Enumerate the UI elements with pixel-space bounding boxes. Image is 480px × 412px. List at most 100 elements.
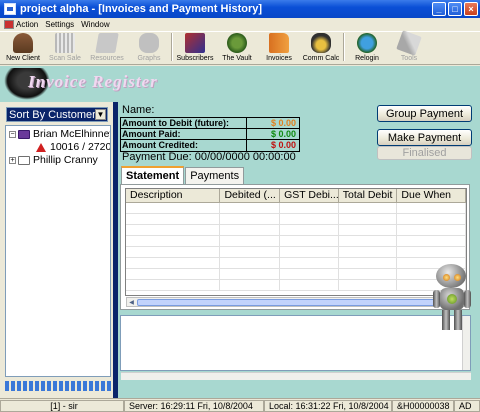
new-client-label: New Client: [6, 55, 40, 62]
status-user: [1] - sir: [0, 400, 124, 412]
new-client-button[interactable]: New Client: [2, 31, 44, 64]
menu-window[interactable]: Window: [81, 20, 109, 29]
amount-value: $ 0.00: [270, 140, 296, 150]
relogin-button[interactable]: Relogin: [346, 31, 388, 64]
amount-value: $ 0.00: [270, 129, 296, 139]
table-row: [126, 280, 466, 291]
toolbar: New Client Scan Sale Resources Graphs Su…: [0, 30, 480, 65]
scan-sale-label: Scan Sale: [49, 55, 81, 62]
tools-button[interactable]: Tools: [388, 30, 430, 64]
tree-item-label: Brian McElhinney: [33, 128, 111, 140]
payment-due-value: 00/00/0000 00:00:00: [194, 151, 296, 163]
notes-horizontal-scrollbar[interactable]: [121, 372, 471, 380]
menu-action[interactable]: Action: [16, 20, 38, 29]
scan-sale-button[interactable]: Scan Sale: [44, 31, 86, 64]
tab-statement[interactable]: Statement: [121, 166, 185, 184]
amount-value: $ 0.00: [270, 118, 296, 128]
make-payment-button[interactable]: Make Payment: [377, 129, 472, 146]
finalised-button[interactable]: Finalised: [377, 146, 472, 160]
scroll-left-icon[interactable]: ◀: [127, 298, 136, 306]
table-row: [126, 203, 466, 214]
tools-icon: [396, 30, 422, 56]
column-header-debited[interactable]: Debited (...: [220, 189, 281, 202]
subscribers-button[interactable]: Subscribers: [174, 31, 216, 64]
banner-title: Invoice Register: [28, 72, 158, 91]
payment-due-label: Payment Due:: [122, 151, 192, 163]
status-tail: AD: [454, 400, 480, 412]
amount-row-debit: Amount to Debit (future): $ 0.00: [121, 118, 299, 129]
vault-button[interactable]: The Vault: [216, 31, 258, 64]
amount-summary: Amount to Debit (future): $ 0.00 Amount …: [120, 117, 300, 152]
comm-calc-label: Comm Calc: [302, 55, 340, 62]
table-row: [126, 258, 466, 269]
tree-item-invoice[interactable]: 10016 / 2720 -: [36, 141, 111, 153]
status-local-time: Local: 16:31:22 Fri, 10/8/2004: [264, 400, 392, 412]
scrollbar-thumb[interactable]: [137, 299, 443, 306]
scan-sale-icon: [55, 33, 75, 53]
name-label: Name:: [122, 104, 155, 116]
table-row: [126, 269, 466, 280]
close-button[interactable]: ×: [464, 2, 478, 16]
amount-row-credited: Amount Credited: $ 0.00: [121, 140, 299, 151]
table-row: [126, 214, 466, 225]
tree-item-phillip[interactable]: + Phillip Cranny: [9, 154, 98, 166]
tab-strip: Statement Payments: [121, 166, 245, 184]
progress-bar: [5, 381, 111, 391]
sort-dropdown-value: Sort By Customer: [9, 108, 96, 121]
tree-item-label: Phillip Cranny: [33, 154, 98, 166]
group-payment-button[interactable]: Group Payment: [377, 105, 472, 122]
status-code: &H00000038: [392, 400, 454, 412]
toolbar-separator: [343, 33, 345, 61]
resources-label: Resources: [90, 55, 124, 62]
table-row: [126, 247, 466, 258]
graphs-button[interactable]: Graphs: [128, 31, 170, 64]
table-row: [126, 236, 466, 247]
invoices-icon: [269, 33, 289, 53]
relogin-label: Relogin: [355, 55, 379, 62]
folder-open-icon: [18, 129, 30, 139]
amount-label: Amount Credited:: [121, 140, 247, 151]
column-header-gst-debit[interactable]: GST Debi...: [280, 189, 339, 202]
notes-textarea[interactable]: [120, 315, 471, 371]
maximize-button[interactable]: □: [448, 2, 462, 16]
resources-button[interactable]: Resources: [86, 31, 128, 64]
amount-row-paid: Amount Paid: $ 0.00: [121, 129, 299, 140]
comm-calc-button[interactable]: Comm Calc: [300, 31, 342, 64]
column-header-due-when[interactable]: Due When: [397, 189, 466, 202]
tree-item-brian[interactable]: − Brian McElhinney: [9, 128, 111, 140]
grid-header: Description Debited (... GST Debi... Tot…: [126, 189, 466, 203]
document-icon: [4, 20, 14, 29]
collapse-icon[interactable]: −: [9, 130, 16, 138]
vault-icon: [227, 33, 247, 53]
relogin-icon: [357, 33, 377, 53]
vault-label: The Vault: [222, 55, 252, 62]
table-row: [126, 225, 466, 236]
grid-horizontal-scrollbar[interactable]: ◀ ▶: [126, 297, 466, 307]
tree-item-label: 10016 / 2720 -: [50, 141, 111, 153]
invoices-label: Invoices: [266, 55, 292, 62]
column-header-description[interactable]: Description: [126, 189, 221, 202]
comm-calc-icon: [311, 33, 331, 53]
column-header-total-debit[interactable]: Total Debit: [339, 189, 398, 202]
payment-due: Payment Due: 00/00/0000 00:00:00: [122, 151, 296, 163]
invoices-button[interactable]: Invoices: [258, 31, 300, 64]
customer-tree[interactable]: − Brian McElhinney 10016 / 2720 - + Phil…: [5, 125, 111, 377]
graphs-icon: [139, 33, 159, 53]
graphs-label: Graphs: [137, 55, 161, 62]
minimize-button[interactable]: _: [432, 2, 446, 16]
chevron-down-icon[interactable]: ▼: [95, 109, 106, 120]
tab-payments[interactable]: Payments: [185, 167, 245, 184]
sort-dropdown[interactable]: Sort By Customer ▼: [6, 107, 108, 122]
expand-icon[interactable]: +: [9, 156, 16, 164]
robot-assistant-icon[interactable]: [430, 264, 474, 332]
subscribers-icon: [185, 33, 205, 53]
title-bar: project alpha - [Invoices and Payment Hi…: [0, 0, 480, 18]
tools-label: Tools: [400, 55, 418, 62]
menu-bar: Action Settings Window: [0, 18, 480, 31]
window-title: project alpha - [Invoices and Payment Hi…: [20, 3, 263, 15]
new-client-icon: [13, 33, 33, 53]
statement-grid[interactable]: Description Debited (... GST Debi... Tot…: [125, 188, 467, 296]
amount-label: Amount to Debit (future):: [121, 118, 247, 128]
app-icon: [4, 3, 16, 15]
menu-settings[interactable]: Settings: [45, 20, 74, 29]
